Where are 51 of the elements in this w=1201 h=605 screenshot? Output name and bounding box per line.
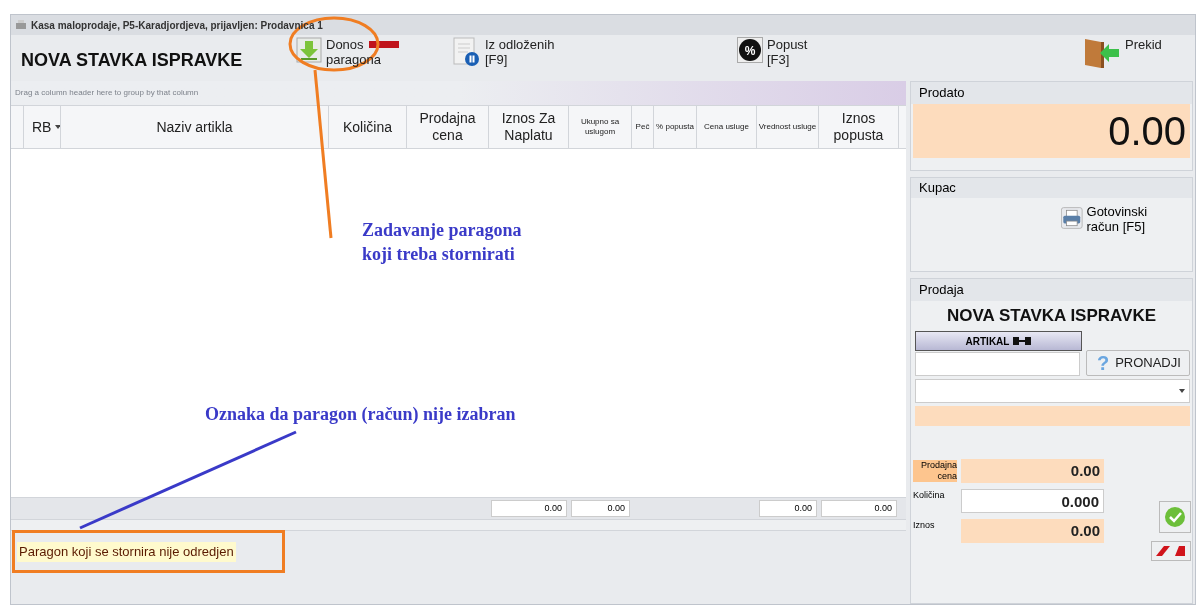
column-header[interactable]: Peč — [632, 106, 654, 148]
column-header[interactable]: % popusta — [654, 106, 697, 148]
column-header[interactable]: RB — [24, 106, 61, 148]
eraser-icon — [1155, 545, 1187, 557]
app-icon — [15, 20, 27, 30]
total-cell: 0.00 — [491, 500, 567, 517]
column-header[interactable]: Prodajna cena — [407, 106, 489, 148]
door-exit-icon — [1083, 37, 1121, 69]
article-label: ARTIKAL — [915, 331, 1082, 351]
column-header[interactable]: Cena usluge — [697, 106, 757, 148]
total-cell: 0.00 — [821, 500, 897, 517]
article-input[interactable] — [915, 352, 1080, 376]
panel-title: Prodato — [911, 82, 1192, 104]
confirm-button[interactable] — [1159, 501, 1191, 533]
horizontal-scrollbar[interactable] — [11, 519, 906, 531]
field-label: Prodajna cena — [913, 460, 957, 482]
toolbar-button[interactable]: Prekid — [1083, 37, 1162, 69]
column-header[interactable]: Količina — [329, 106, 407, 148]
redacted-mark — [369, 41, 399, 48]
sale-heading: NOVA STAVKA ISPRAVKE — [945, 305, 1158, 327]
panel-title: Prodaja — [911, 279, 1192, 301]
column-header[interactable]: Naziv artikla — [61, 106, 329, 148]
value-field[interactable]: 0.000 — [961, 489, 1104, 513]
toolbar-button[interactable]: Iz odloženih [F9] — [451, 37, 555, 67]
value-field: 0.00 — [961, 519, 1104, 543]
panel-title: Kupac — [911, 178, 1192, 198]
article-dropdown[interactable] — [915, 379, 1190, 403]
annotation-note: Oznaka da paragon (račun) nije izabran — [205, 403, 517, 426]
find-button[interactable]: ? PRONADJI — [1086, 350, 1190, 376]
sold-amount: 0.00 — [913, 104, 1190, 158]
checkmark-icon — [1164, 506, 1186, 528]
printer-icon — [1061, 204, 1083, 232]
column-header[interactable]: Iznos popusta — [819, 106, 899, 148]
field-label: Količina — [913, 490, 946, 501]
column-header[interactable]: Ukupno sa uslugom — [569, 106, 632, 148]
total-cell: 0.00 — [759, 500, 817, 517]
total-cell: 0.00 — [571, 500, 630, 517]
eraser-button[interactable] — [1151, 541, 1191, 561]
column-header[interactable]: Vrednost usluge — [757, 106, 819, 148]
cash-receipt-button[interactable]: Gotovinski račun [F5] — [1061, 204, 1181, 234]
paused-document-icon — [451, 37, 481, 67]
form-heading: NOVA STAVKA ISPRAVKE — [21, 49, 243, 72]
question-mark-icon: ? — [1095, 353, 1112, 373]
dropdown-caret-icon — [1179, 389, 1185, 393]
percent-badge-icon: % — [737, 37, 763, 63]
status-message: Paragon koji se stornira nije odredjen — [17, 542, 236, 562]
value-field: 0.00 — [961, 459, 1104, 483]
column-header[interactable]: Iznos Za Naplatu — [489, 106, 569, 148]
annotation-note: Zadavanje paragona koji treba stornirati — [362, 219, 523, 266]
barcode-icon — [1013, 337, 1032, 345]
field-label: Iznos — [913, 520, 936, 531]
